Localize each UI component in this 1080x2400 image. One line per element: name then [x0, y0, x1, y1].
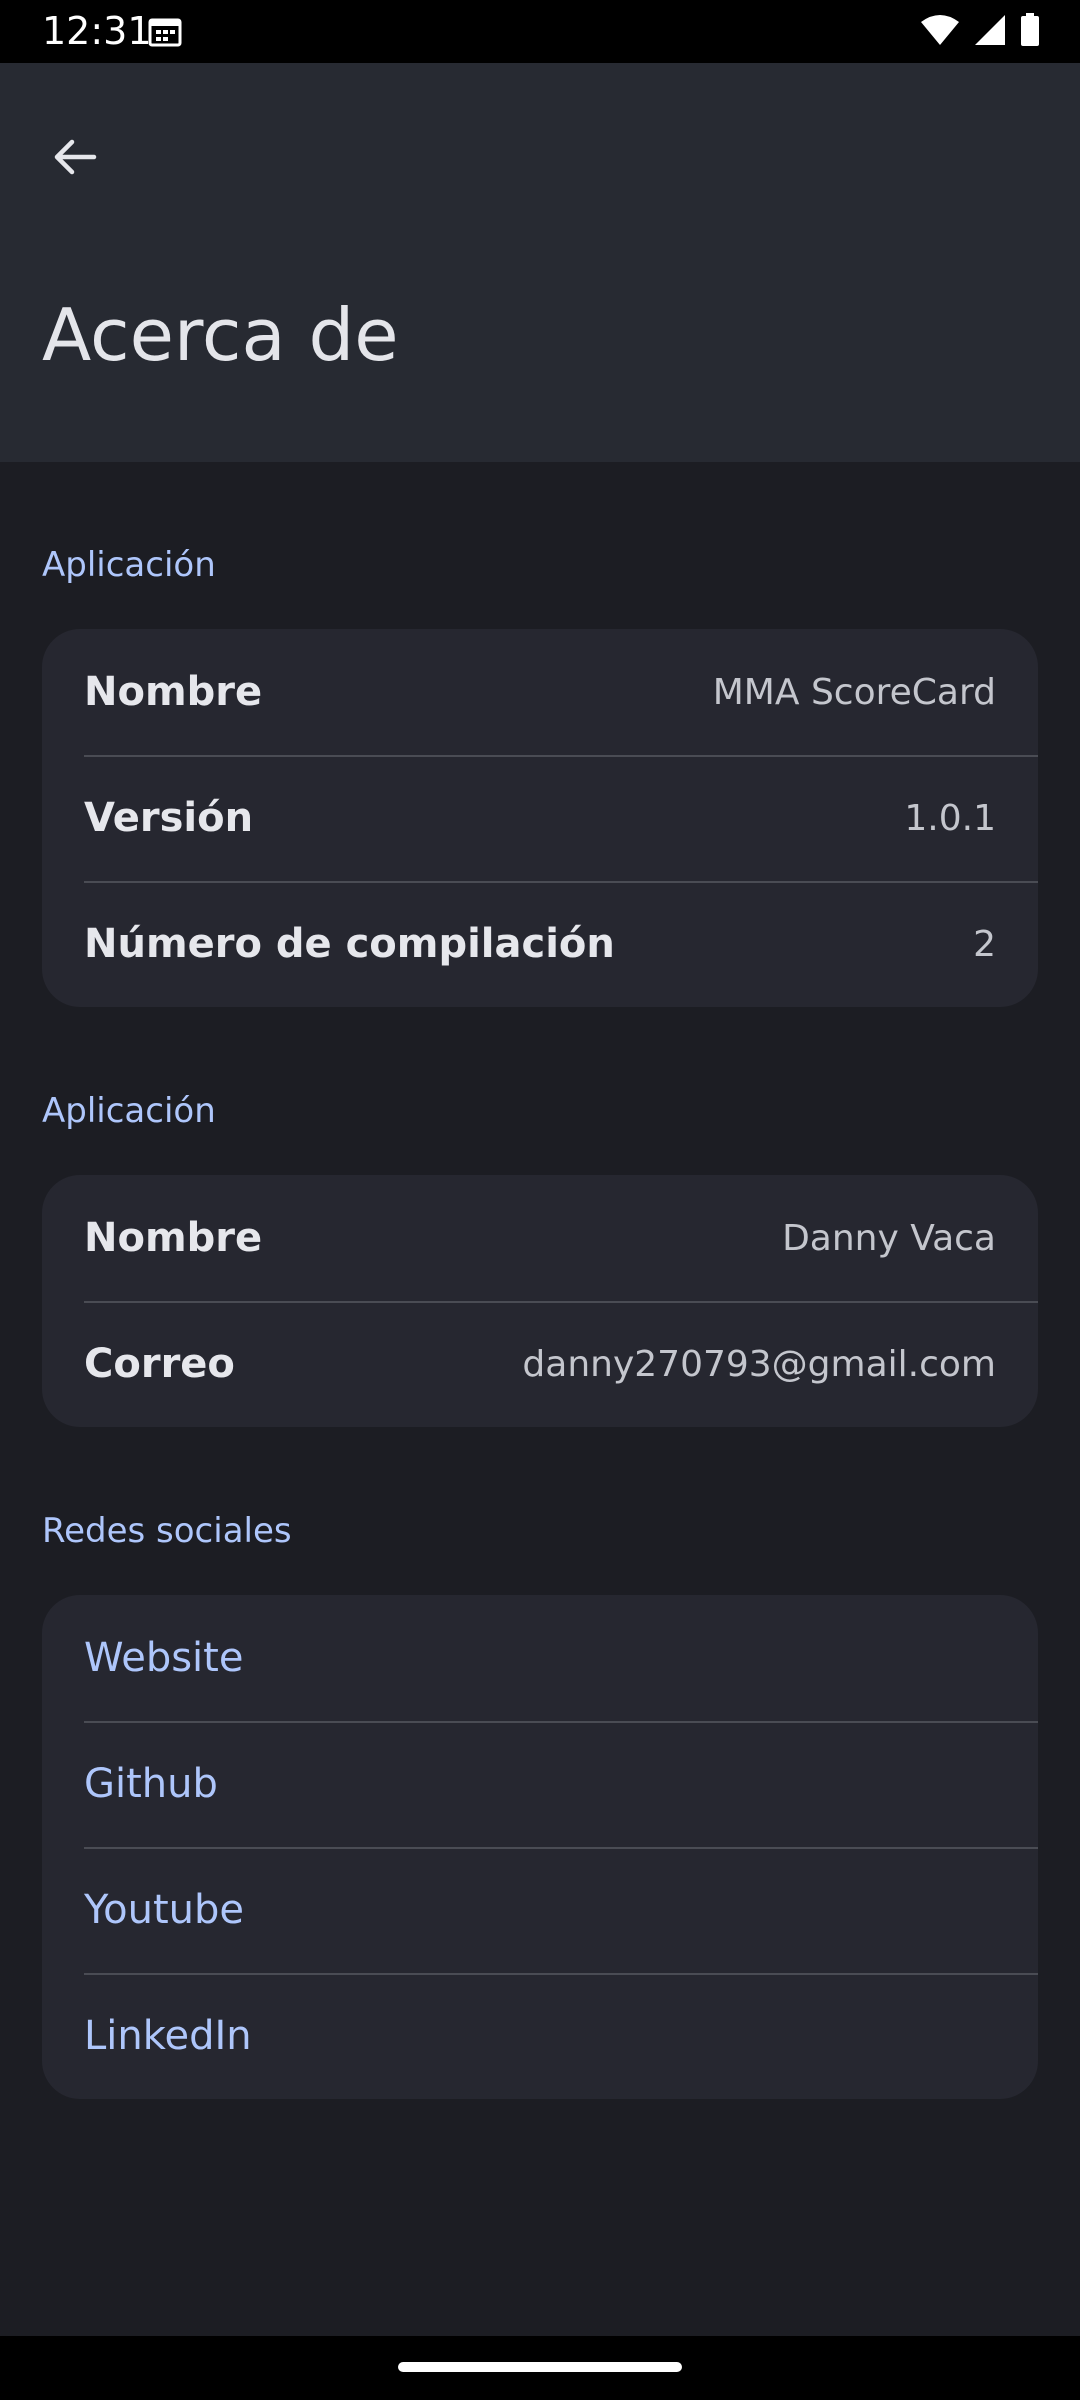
calendar-icon: [148, 17, 182, 52]
row-value: danny270793@gmail.com: [522, 1343, 996, 1385]
link-github[interactable]: Github: [42, 1721, 1038, 1847]
row-label: Nombre: [84, 1215, 263, 1261]
link-website[interactable]: Website: [42, 1595, 1038, 1721]
link-label: Github: [84, 1761, 218, 1807]
social-links-card: Website Github Youtube LinkedIn: [42, 1595, 1038, 2099]
info-row-app-name[interactable]: Nombre MMA ScoreCard: [42, 629, 1038, 755]
link-youtube[interactable]: Youtube: [42, 1847, 1038, 1973]
row-value: 2: [973, 923, 996, 965]
status-bar: 12:31: [0, 0, 1080, 63]
link-label: Website: [84, 1635, 244, 1681]
page-title: Acerca de: [42, 293, 399, 377]
row-label: Nombre: [84, 669, 263, 715]
app-bar: Acerca de: [0, 63, 1080, 462]
section-header-social: Redes sociales: [42, 1511, 292, 1551]
signal-icon: [974, 14, 1006, 51]
developer-info-card: Nombre Danny Vaca Correo danny270793@gma…: [42, 1175, 1038, 1427]
row-label: Número de compilación: [84, 921, 615, 967]
row-label: Correo: [84, 1341, 235, 1387]
row-value: Danny Vaca: [782, 1217, 996, 1259]
row-value: 1.0.1: [904, 797, 996, 839]
section-header-developer: Aplicación: [42, 1091, 216, 1131]
row-value: MMA ScoreCard: [712, 671, 996, 713]
info-row-email[interactable]: Correo danny270793@gmail.com: [42, 1301, 1038, 1427]
home-gesture-handle[interactable]: [398, 2362, 682, 2372]
section-header-app: Aplicación: [42, 545, 216, 585]
link-label: Youtube: [84, 1887, 244, 1933]
back-button[interactable]: [30, 115, 118, 203]
battery-icon: [1020, 13, 1040, 52]
info-row-developer-name[interactable]: Nombre Danny Vaca: [42, 1175, 1038, 1301]
arrow-back-icon: [50, 133, 98, 186]
wifi-icon: [920, 14, 960, 51]
navigation-bar: [0, 2336, 1080, 2400]
app-info-card: Nombre MMA ScoreCard Versión 1.0.1 Númer…: [42, 629, 1038, 1007]
status-time: 12:31: [42, 9, 152, 53]
link-linkedin[interactable]: LinkedIn: [42, 1973, 1038, 2099]
link-label: LinkedIn: [84, 2013, 252, 2059]
info-row-build-number[interactable]: Número de compilación 2: [42, 881, 1038, 1007]
row-label: Versión: [84, 795, 254, 841]
info-row-version[interactable]: Versión 1.0.1: [42, 755, 1038, 881]
